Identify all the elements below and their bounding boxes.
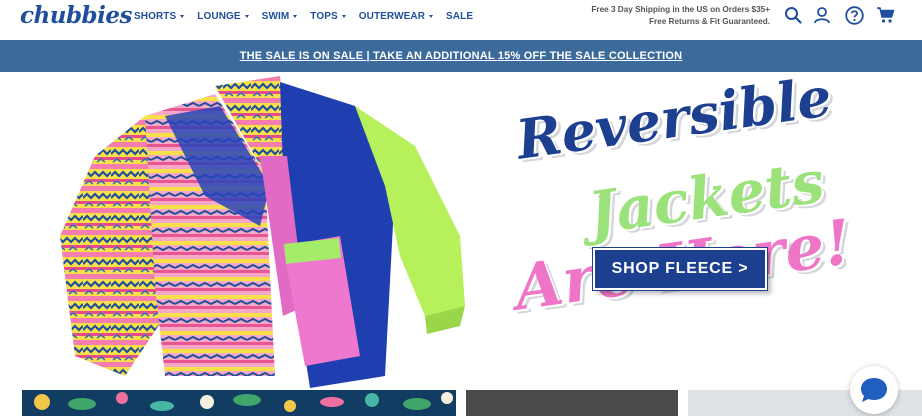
nav-label: SALE bbox=[446, 11, 474, 22]
nav-item-shorts[interactable]: SHORTS bbox=[134, 11, 185, 22]
shop-fleece-button[interactable]: SHOP FLEECE > bbox=[592, 247, 768, 291]
nav-item-sale[interactable]: SALE bbox=[446, 11, 473, 22]
promo-line-shipping: Free 3 Day Shipping in the US on Orders … bbox=[591, 5, 770, 14]
chevron-down-icon bbox=[180, 15, 185, 18]
chat-bubble-icon bbox=[861, 378, 887, 402]
promo-line-returns: Free Returns & Fit Guaranteed. bbox=[648, 17, 770, 26]
product-tile-model[interactable] bbox=[466, 390, 678, 416]
nav-item-lounge[interactable]: LOUNGE bbox=[197, 11, 249, 22]
page: chubbies SHORTS LOUNGE SWIM TOPS OUTERWE… bbox=[0, 0, 922, 416]
chevron-down-icon bbox=[293, 15, 298, 18]
jacket-image[interactable] bbox=[55, 76, 475, 390]
nav-label: LOUNGE bbox=[197, 11, 241, 22]
hero-headline: Reversible Jackets Are Here! bbox=[505, 64, 856, 364]
nav-item-outerwear[interactable]: OUTERWEAR bbox=[358, 11, 434, 22]
chevron-down-icon bbox=[341, 15, 346, 18]
search-icon[interactable] bbox=[784, 6, 802, 24]
nav-label: SHORTS bbox=[134, 11, 177, 22]
account-icon[interactable] bbox=[813, 6, 831, 24]
nav-item-tops[interactable]: TOPS bbox=[310, 11, 346, 22]
shipping-promo: Free 3 Day Shipping in the US on Orders … bbox=[591, 4, 770, 28]
floral-pattern-image bbox=[34, 392, 453, 412]
hero-section: Reversible Jackets Are Here! bbox=[0, 64, 922, 390]
logo[interactable]: chubbies bbox=[20, 2, 132, 29]
main-nav: SHORTS LOUNGE SWIM TOPS OUTERWEAR SALE bbox=[134, 11, 486, 22]
product-tile-floral[interactable] bbox=[22, 390, 456, 416]
nav-label: OUTERWEAR bbox=[358, 11, 426, 22]
chevron-down-icon bbox=[429, 15, 434, 18]
nav-label: TOPS bbox=[310, 11, 338, 22]
sale-banner-link[interactable]: THE SALE IS ON SALE | TAKE AN ADDITIONAL… bbox=[240, 50, 683, 62]
site-header: chubbies SHORTS LOUNGE SWIM TOPS OUTERWE… bbox=[0, 0, 922, 40]
chat-widget-button[interactable] bbox=[850, 366, 898, 414]
sale-banner: THE SALE IS ON SALE | TAKE AN ADDITIONAL… bbox=[0, 40, 922, 72]
cart-icon[interactable] bbox=[876, 6, 895, 24]
nav-item-swim[interactable]: SWIM bbox=[262, 11, 298, 22]
chevron-down-icon bbox=[244, 15, 249, 18]
help-icon[interactable] bbox=[845, 6, 864, 25]
nav-label: SWIM bbox=[261, 11, 290, 22]
